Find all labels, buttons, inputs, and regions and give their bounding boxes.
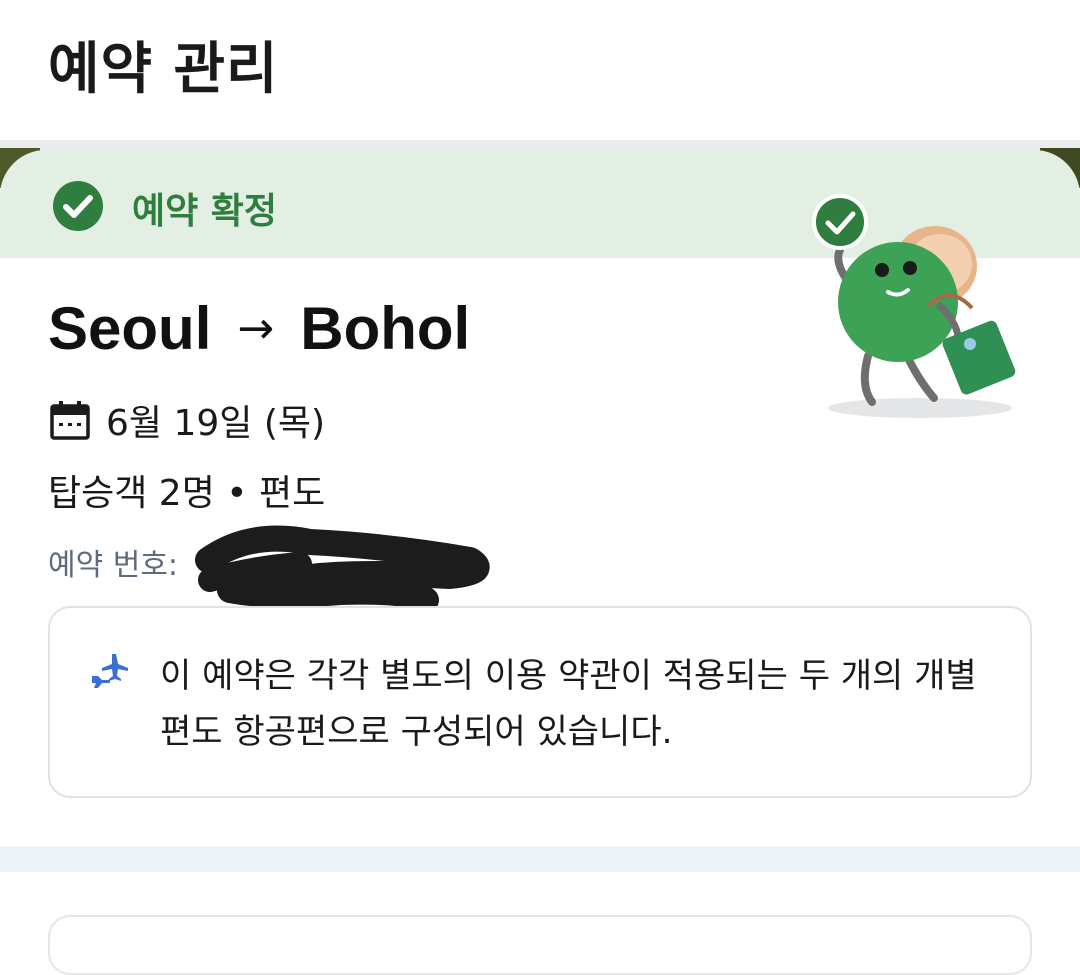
passenger-info: 탑승객 2명 • 편도: [48, 473, 326, 514]
section-divider: [0, 846, 1080, 872]
status-label: 예약 확정: [132, 191, 278, 232]
destination-city: Bohol: [300, 295, 471, 362]
notice-text: 이 예약은 각각 별도의 이용 약관이 적용되는 두 개의 개별 편도 항공편으…: [160, 656, 977, 752]
date-row: 6월 19일 (목): [48, 394, 325, 446]
next-section-card[interactable]: [48, 915, 1032, 975]
route-title: Seoul → Bohol: [48, 294, 470, 363]
app-header: 예약 관리: [0, 0, 1080, 140]
mascot-illustration: [812, 194, 1016, 418]
page-title: 예약 관리: [48, 37, 279, 102]
booking-number-label: 예약 번호:: [48, 548, 179, 583]
calendar-icon: [50, 401, 90, 440]
check-circle-icon: [53, 181, 103, 231]
arrow-icon: →: [237, 303, 275, 354]
planes-icon: [92, 654, 128, 688]
redaction-scribble: [195, 525, 490, 612]
origin-city: Seoul: [48, 295, 212, 362]
booking-number-row: 예약 번호:: [48, 540, 188, 584]
separate-tickets-notice: 이 예약은 각각 별도의 이용 약관이 적용되는 두 개의 개별 편도 항공편으…: [48, 606, 1032, 798]
booking-card[interactable]: 예약 확정 Seoul → Bohol 6월 19일 (목) 탑승객 2명 • …: [0, 150, 1080, 850]
travel-date: 6월 19일 (목): [106, 403, 326, 444]
